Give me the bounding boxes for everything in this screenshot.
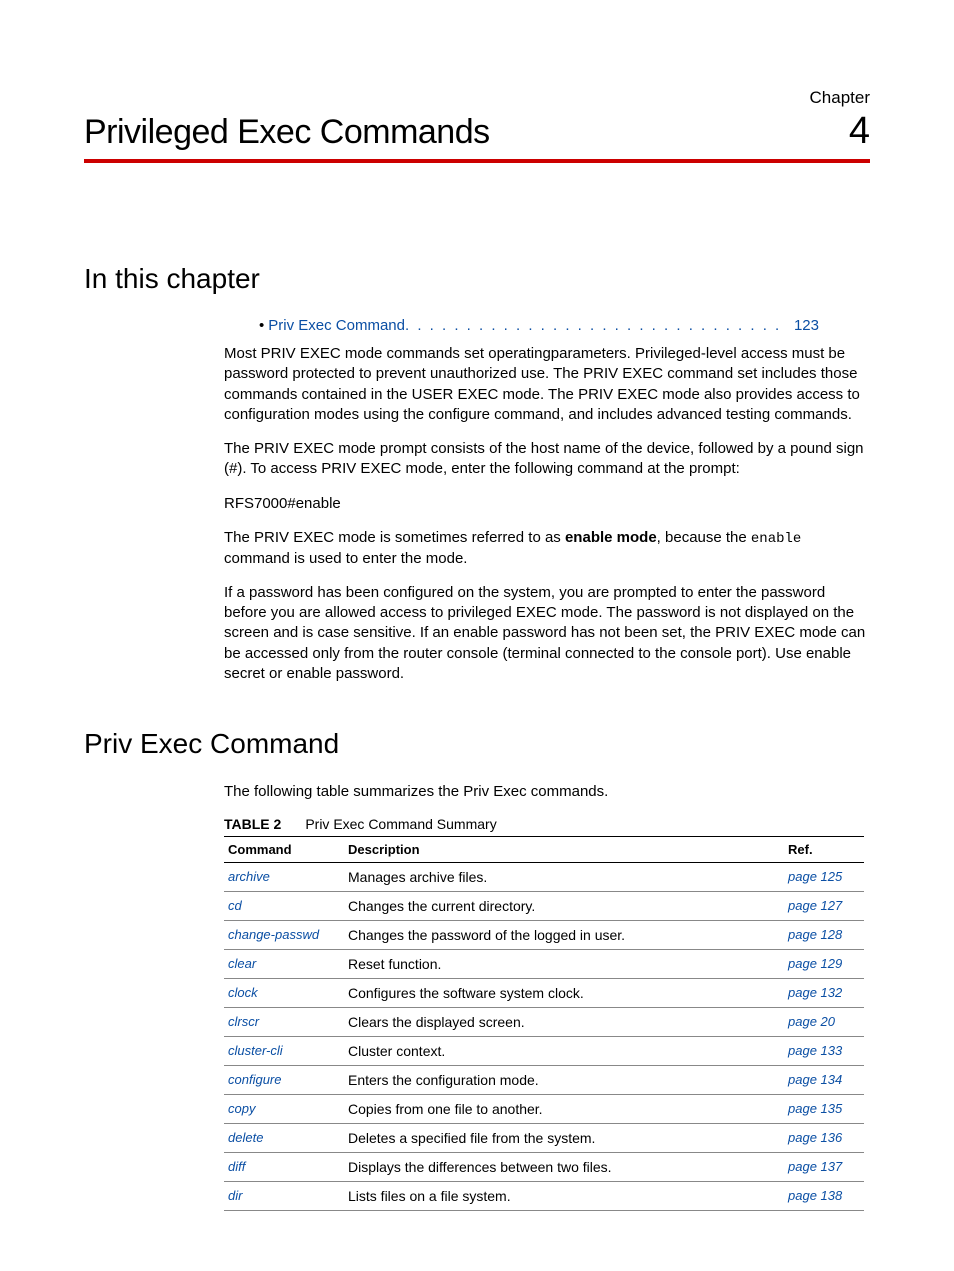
text-fragment: The PRIV EXEC mode is sometimes referred… (224, 529, 565, 546)
paragraph-intro: Most PRIV EXEC mode commands set operati… (224, 344, 870, 425)
page-ref-link[interactable]: page 132 (784, 979, 864, 1008)
table-title: Priv Exec Command Summary (305, 816, 496, 832)
text-bold-enable-mode: enable mode (565, 529, 657, 546)
table-header-row: Command Description Ref. (224, 837, 864, 863)
page-ref-link[interactable]: page 133 (784, 1037, 864, 1066)
command-link-clear[interactable]: clear (224, 950, 344, 979)
page-ref-link[interactable]: page 129 (784, 950, 864, 979)
command-link-clock[interactable]: clock (224, 979, 344, 1008)
command-link-dir[interactable]: dir (224, 1182, 344, 1211)
text-fragment: , because the (657, 529, 751, 546)
text-mono-enable: enable (751, 531, 801, 547)
command-description: Cluster context. (344, 1037, 784, 1066)
page-ref-link[interactable]: page 20 (784, 1008, 864, 1037)
table-row: configureEnters the configuration mode.p… (224, 1066, 864, 1095)
command-description: Clears the displayed screen. (344, 1008, 784, 1037)
toc-leader-dots: . . . . . . . . . . . . . . . . . . . . … (405, 317, 788, 334)
table-row: cluster-cliCluster context.page 133 (224, 1037, 864, 1066)
col-header-ref: Ref. (784, 837, 864, 863)
col-header-description: Description (344, 837, 784, 863)
page-ref-link[interactable]: page 125 (784, 863, 864, 892)
text-fragment: command is used to enter the mode. (224, 550, 467, 567)
section-heading-in-this-chapter: In this chapter (84, 263, 870, 295)
paragraph-table-intro: The following table summarizes the Priv … (224, 782, 870, 802)
chapter-header: Privileged Exec Commands 4 (84, 110, 870, 163)
toc-entry: • Priv Exec Command . . . . . . . . . . … (259, 317, 819, 334)
section-heading-priv-exec: Priv Exec Command (84, 728, 870, 760)
command-description: Configures the software system clock. (344, 979, 784, 1008)
toc-bullet: • (259, 317, 264, 334)
command-link-configure[interactable]: configure (224, 1066, 344, 1095)
table-row: dirLists files on a file system.page 138 (224, 1182, 864, 1211)
command-description: Changes the current directory. (344, 892, 784, 921)
command-link-diff[interactable]: diff (224, 1153, 344, 1182)
command-link-copy[interactable]: copy (224, 1095, 344, 1124)
chapter-number: 4 (849, 110, 870, 153)
table-label: TABLE 2 (224, 816, 281, 832)
command-link-change-passwd[interactable]: change-passwd (224, 921, 344, 950)
page-ref-link[interactable]: page 127 (784, 892, 864, 921)
toc-page-number: 123 (794, 317, 819, 334)
table-row: clockConfigures the software system cloc… (224, 979, 864, 1008)
code-example: RFS7000#enable (224, 494, 870, 514)
table-caption: TABLE 2 Priv Exec Command Summary (224, 816, 870, 832)
command-description: Reset function. (344, 950, 784, 979)
page-title: Privileged Exec Commands (84, 113, 490, 152)
page-ref-link[interactable]: page 135 (784, 1095, 864, 1124)
command-link-delete[interactable]: delete (224, 1124, 344, 1153)
table-row: deleteDeletes a specified file from the … (224, 1124, 864, 1153)
command-description: Lists files on a file system. (344, 1182, 784, 1211)
command-description: Deletes a specified file from the system… (344, 1124, 784, 1153)
command-description: Enters the configuration mode. (344, 1066, 784, 1095)
col-header-command: Command (224, 837, 344, 863)
command-link-cluster-cli[interactable]: cluster-cli (224, 1037, 344, 1066)
table-row: diffDisplays the differences between two… (224, 1153, 864, 1182)
command-link-cd[interactable]: cd (224, 892, 344, 921)
paragraph-password: If a password has been configured on the… (224, 583, 870, 684)
command-link-clrscr[interactable]: clrscr (224, 1008, 344, 1037)
page-ref-link[interactable]: page 136 (784, 1124, 864, 1153)
page-ref-link[interactable]: page 138 (784, 1182, 864, 1211)
table-row: copyCopies from one file to another.page… (224, 1095, 864, 1124)
table-row: cdChanges the current directory.page 127 (224, 892, 864, 921)
command-link-archive[interactable]: archive (224, 863, 344, 892)
command-description: Copies from one file to another. (344, 1095, 784, 1124)
command-summary-table: Command Description Ref. archiveManages … (224, 836, 864, 1211)
table-row: change-passwdChanges the password of the… (224, 921, 864, 950)
table-row: archiveManages archive files.page 125 (224, 863, 864, 892)
page-ref-link[interactable]: page 137 (784, 1153, 864, 1182)
table-row: clrscrClears the displayed screen.page 2… (224, 1008, 864, 1037)
command-description: Changes the password of the logged in us… (344, 921, 784, 950)
paragraph-prompt: The PRIV EXEC mode prompt consists of th… (224, 439, 870, 480)
paragraph-enable-mode: The PRIV EXEC mode is sometimes referred… (224, 528, 870, 569)
command-description: Displays the differences between two fil… (344, 1153, 784, 1182)
table-row: clearReset function.page 129 (224, 950, 864, 979)
toc-link-priv-exec[interactable]: Priv Exec Command (268, 317, 405, 334)
command-description: Manages archive files. (344, 863, 784, 892)
page-ref-link[interactable]: page 128 (784, 921, 864, 950)
chapter-label: Chapter (84, 88, 870, 108)
page-ref-link[interactable]: page 134 (784, 1066, 864, 1095)
